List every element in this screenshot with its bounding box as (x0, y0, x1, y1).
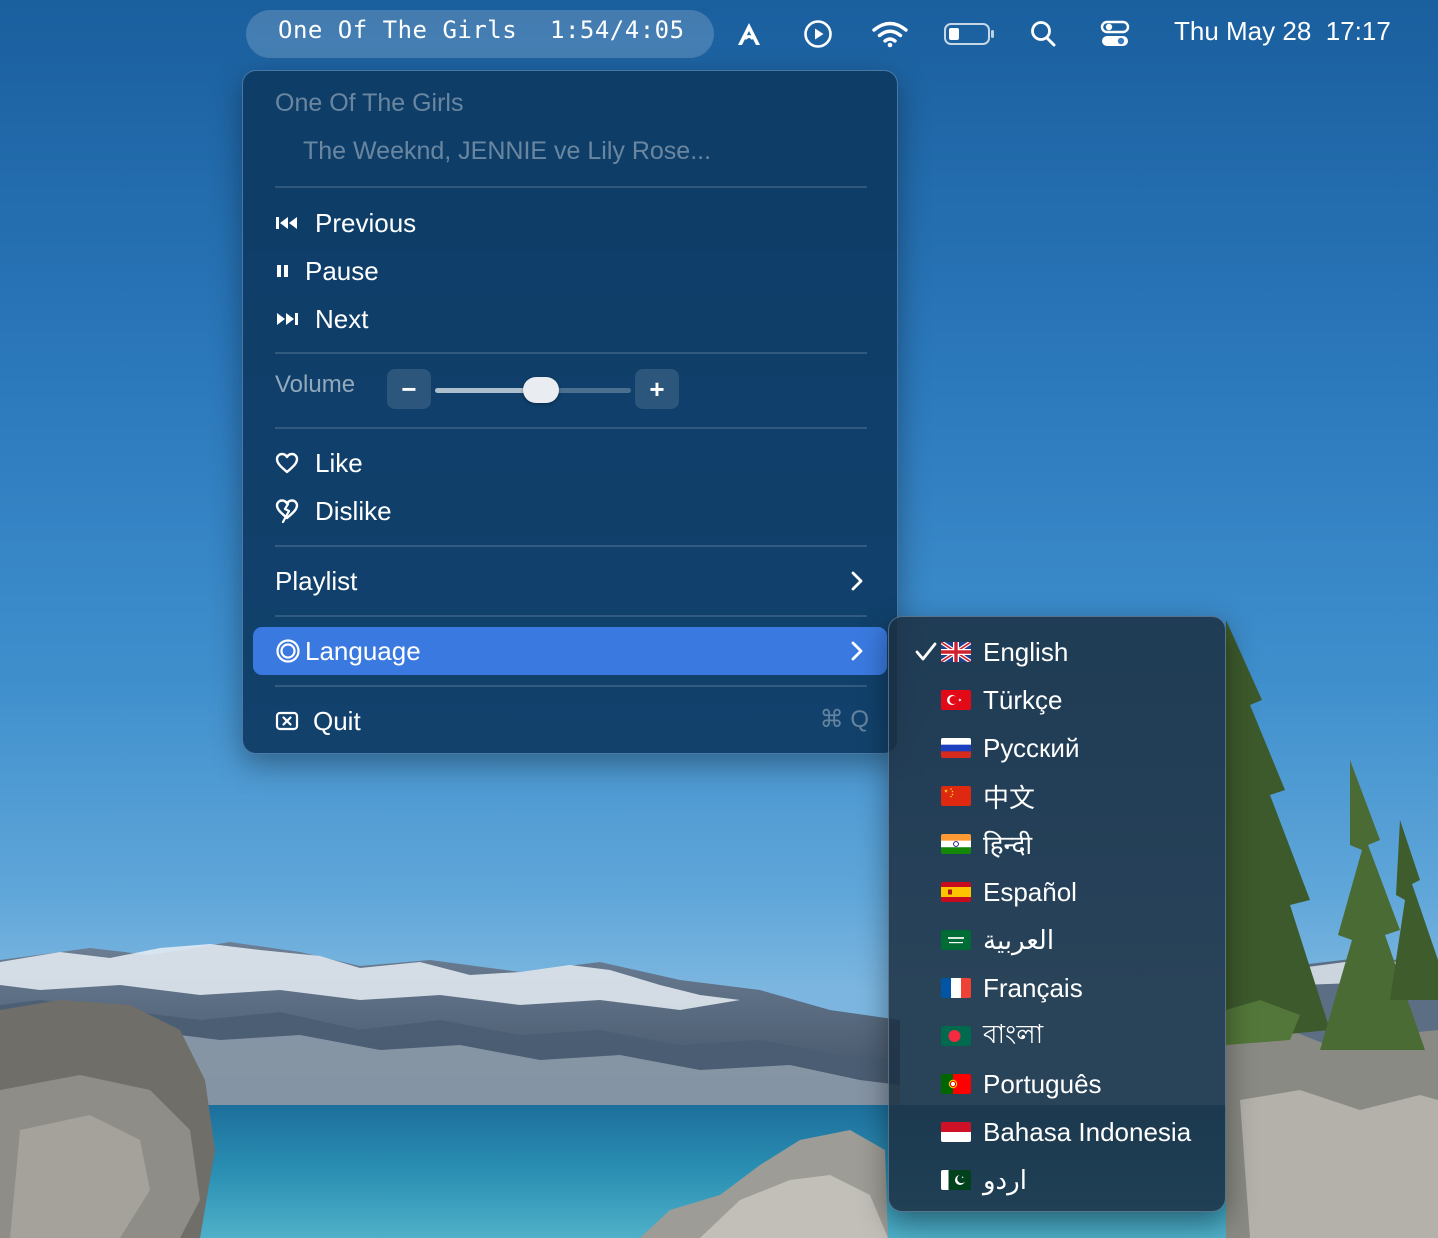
separator (275, 186, 867, 188)
search-icon[interactable] (1028, 14, 1058, 54)
next-menu-item[interactable]: Next (275, 299, 368, 339)
language-option-label: اردو (983, 1164, 1027, 1195)
language-option-fr[interactable]: Français (889, 965, 1225, 1011)
flag-tr-icon (941, 690, 971, 710)
language-option-ru[interactable]: Русский (889, 725, 1225, 771)
now-playing-time[interactable]: 1:54/4:05 (550, 16, 685, 44)
language-option-cn[interactable]: 中文 (889, 773, 1225, 819)
like-label: Like (315, 447, 363, 478)
menu-bar: One Of The Girls 1:54/4:05 Thu May 28 17… (0, 0, 1438, 68)
control-center-icon[interactable] (1098, 14, 1132, 54)
like-menu-item[interactable]: Like (275, 443, 363, 483)
language-option-label: हिन्दी (983, 830, 1033, 860)
language-option-id[interactable]: Bahasa Indonesia (889, 1109, 1225, 1155)
app-a-icon[interactable] (732, 14, 766, 54)
checkmark-icon (889, 642, 939, 662)
flag-in-icon (941, 834, 971, 854)
flag-pt-icon (941, 1074, 971, 1094)
quit-label: Quit (313, 705, 361, 736)
language-option-bd[interactable]: বাংলা (889, 1013, 1225, 1059)
flag-id-icon (941, 1122, 971, 1142)
pause-label: Pause (305, 255, 379, 286)
language-menu-item[interactable]: Language (275, 631, 421, 671)
language-option-es[interactable]: Español (889, 869, 1225, 915)
separator (275, 615, 867, 617)
next-track-icon (275, 311, 301, 327)
music-menu: One Of The Girls The Weeknd, JENNIE ve L… (242, 70, 898, 754)
previous-menu-item[interactable]: Previous (275, 203, 416, 243)
volume-up-button[interactable]: + (635, 369, 679, 409)
volume-knob[interactable] (523, 377, 559, 403)
language-option-label: Bahasa Indonesia (983, 1116, 1192, 1147)
play-circle-icon[interactable] (800, 14, 836, 54)
language-option-in[interactable]: हिन्दी (889, 821, 1225, 867)
language-submenu: English Türkçe Русский 中文 हिन्दी Español العرب… (888, 616, 1226, 1212)
language-option-label: Русский (983, 732, 1080, 763)
language-option-label: 中文 (983, 782, 1036, 813)
song-title: One Of The Girls (275, 89, 464, 117)
separator (275, 545, 867, 547)
language-option-label: Türkçe (983, 684, 1063, 715)
pause-icon (275, 263, 293, 279)
menubar-clock[interactable]: Thu May 28 17:17 (1174, 16, 1391, 47)
language-option-sa[interactable]: العربية (889, 917, 1225, 963)
flag-sa-icon (941, 930, 971, 950)
language-option-label: English (983, 636, 1069, 667)
chevron-right-icon (847, 636, 867, 666)
language-option-pt[interactable]: Português (889, 1061, 1225, 1107)
language-option-label: Español (983, 876, 1077, 907)
heart-icon (275, 452, 301, 474)
previous-track-icon (275, 215, 301, 231)
wifi-icon[interactable] (870, 14, 910, 54)
clock-time: 17:17 (1325, 16, 1391, 46)
language-option-uk[interactable]: English (889, 629, 1225, 675)
previous-label: Previous (315, 207, 417, 238)
flag-fr-icon (941, 978, 971, 998)
battery-icon[interactable] (942, 14, 998, 54)
flag-pk-icon (941, 1170, 971, 1190)
language-label: Language (305, 635, 421, 666)
dislike-label: Dislike (315, 495, 392, 526)
flag-ru-icon (941, 738, 971, 758)
separator (275, 427, 867, 429)
volume-slider[interactable] (435, 377, 631, 403)
flag-es-icon (941, 882, 971, 902)
separator (275, 352, 867, 354)
now-playing-title[interactable]: One Of The Girls (278, 16, 517, 44)
broken-heart-icon (275, 499, 301, 523)
volume-down-button[interactable]: − (387, 369, 431, 409)
separator (275, 685, 867, 687)
playlist-menu-item[interactable]: Playlist (275, 561, 867, 601)
volume-label: Volume (275, 371, 356, 398)
chevron-right-icon (847, 566, 867, 596)
language-option-label: বাংলা (983, 1019, 1044, 1049)
playlist-label: Playlist (275, 565, 358, 596)
pause-menu-item[interactable]: Pause (275, 251, 379, 291)
language-option-label: Português (983, 1068, 1102, 1099)
language-option-label: Français (983, 972, 1083, 1003)
flag-uk-icon (941, 642, 971, 662)
song-artist: The Weeknd, JENNIE ve Lily Rose... (303, 137, 712, 165)
language-option-pk[interactable]: اردو (889, 1157, 1225, 1203)
clock-date: Thu May 28 (1174, 16, 1312, 46)
radio-circle-icon (275, 638, 301, 664)
quit-menu-item[interactable]: Quit (275, 701, 361, 741)
flag-bd-icon (941, 1026, 971, 1046)
close-square-icon (275, 711, 301, 731)
language-option-label: العربية (983, 924, 1055, 955)
language-option-tr[interactable]: Türkçe (889, 677, 1225, 723)
next-label: Next (315, 303, 369, 334)
quit-shortcut: ⌘ Q (819, 706, 869, 733)
dislike-menu-item[interactable]: Dislike (275, 491, 392, 531)
flag-cn-icon (941, 786, 971, 806)
